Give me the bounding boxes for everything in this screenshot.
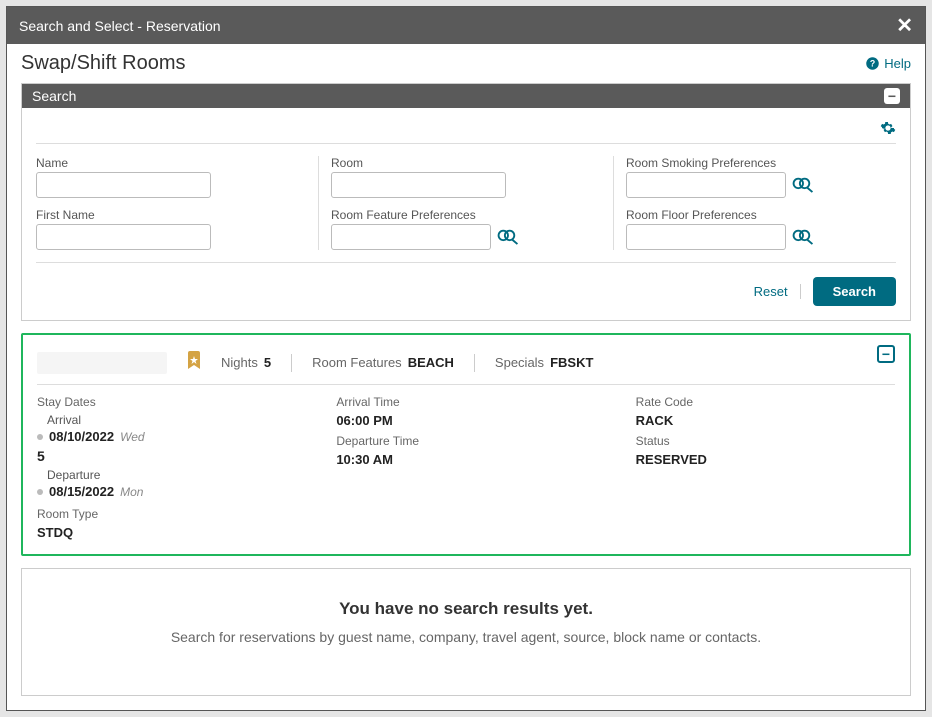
- timeline-dot-icon: [37, 489, 43, 495]
- nights-label: Nights: [221, 355, 258, 370]
- room-type-label: Room Type: [37, 507, 296, 521]
- room-type-value: STDQ: [37, 525, 296, 540]
- summary-nights: Nights 5: [221, 355, 271, 370]
- search-panel: Search − Name: [21, 83, 911, 321]
- status-label: Status: [636, 434, 895, 448]
- detail-col-times: Arrival Time 06:00 PM Departure Time 10:…: [336, 395, 595, 540]
- arrival-time-value: 06:00 PM: [336, 413, 595, 428]
- search-button[interactable]: Search: [813, 277, 896, 306]
- collapse-icon[interactable]: −: [877, 345, 895, 363]
- room-label: Room: [331, 156, 601, 170]
- departure-date: 08/15/2022: [49, 484, 114, 499]
- help-link[interactable]: ? Help: [865, 56, 911, 71]
- help-label: Help: [884, 56, 911, 71]
- arrival-dow: Wed: [120, 430, 144, 444]
- room-smoking-pref-label: Room Smoking Preferences: [626, 156, 896, 170]
- reservation-result-card: Nights 5 Room Features BEACH Specials FB…: [21, 333, 911, 556]
- reset-button[interactable]: Reset: [754, 284, 801, 299]
- search-panel-header: Search −: [22, 84, 910, 108]
- first-name-input[interactable]: [36, 224, 211, 250]
- room-features-value: BEACH: [408, 355, 454, 370]
- name-label: Name: [36, 156, 306, 170]
- room-feature-pref-label: Room Feature Preferences: [331, 208, 601, 222]
- room-floor-pref-label: Room Floor Preferences: [626, 208, 896, 222]
- room-floor-pref-input[interactable]: [626, 224, 786, 250]
- modal-dialog: Search and Select - Reservation ✕ Swap/S…: [6, 6, 926, 711]
- arrival-time-label: Arrival Time: [336, 395, 595, 409]
- guest-name-chip[interactable]: [37, 352, 167, 374]
- summary-specials: Specials FBSKT: [495, 355, 593, 370]
- nights-count: 5: [37, 448, 296, 464]
- departure-time-label: Departure Time: [336, 434, 595, 448]
- arrival-label: Arrival: [47, 413, 296, 427]
- summary-room-features: Room Features BEACH: [312, 355, 454, 370]
- divider: [291, 354, 292, 372]
- first-name-label: First Name: [36, 208, 306, 222]
- gear-icon[interactable]: [880, 120, 896, 139]
- stay-dates-label: Stay Dates: [37, 395, 296, 409]
- search-panel-body: Name First Name Room: [22, 108, 910, 320]
- departure-label: Departure: [47, 468, 296, 482]
- rate-code-value: RACK: [636, 413, 895, 428]
- search-actions: Reset Search: [36, 263, 896, 306]
- search-icon[interactable]: [792, 176, 814, 194]
- search-icon[interactable]: [792, 228, 814, 246]
- status-value: RESERVED: [636, 452, 895, 467]
- room-feature-pref-input[interactable]: [331, 224, 491, 250]
- room-input[interactable]: [331, 172, 506, 198]
- room-smoking-pref-input[interactable]: [626, 172, 786, 198]
- departure-time-value: 10:30 AM: [336, 452, 595, 467]
- tag-icon: [187, 351, 201, 374]
- departure-dow: Mon: [120, 485, 143, 499]
- timeline-dot-icon: [37, 434, 43, 440]
- close-icon[interactable]: ✕: [896, 13, 913, 38]
- rate-code-label: Rate Code: [636, 395, 895, 409]
- page-title-row: Swap/Shift Rooms ? Help: [7, 44, 925, 83]
- svg-text:?: ?: [870, 59, 875, 69]
- detail-col-status: Rate Code RACK Status RESERVED: [636, 395, 895, 540]
- page-title: Swap/Shift Rooms: [21, 52, 186, 75]
- search-form: Name First Name Room: [36, 143, 896, 263]
- search-icon[interactable]: [497, 228, 519, 246]
- specials-value: FBSKT: [550, 355, 593, 370]
- divider: [474, 354, 475, 372]
- modal-header: Search and Select - Reservation ✕: [7, 7, 925, 44]
- name-input[interactable]: [36, 172, 211, 198]
- empty-title: You have no search results yet.: [42, 599, 890, 619]
- result-details: Stay Dates Arrival 08/10/2022 Wed 5 Depa…: [37, 385, 895, 540]
- search-panel-title: Search: [32, 88, 76, 104]
- detail-col-dates: Stay Dates Arrival 08/10/2022 Wed 5 Depa…: [37, 395, 296, 540]
- collapse-icon[interactable]: −: [884, 88, 900, 104]
- result-summary-row: Nights 5 Room Features BEACH Specials FB…: [37, 345, 895, 385]
- room-features-label: Room Features: [312, 355, 402, 370]
- empty-subtitle: Search for reservations by guest name, c…: [42, 629, 890, 645]
- specials-label: Specials: [495, 355, 544, 370]
- nights-value: 5: [264, 355, 271, 370]
- modal-title: Search and Select - Reservation: [19, 18, 221, 34]
- help-icon: ?: [865, 56, 880, 71]
- arrival-date: 08/10/2022: [49, 429, 114, 444]
